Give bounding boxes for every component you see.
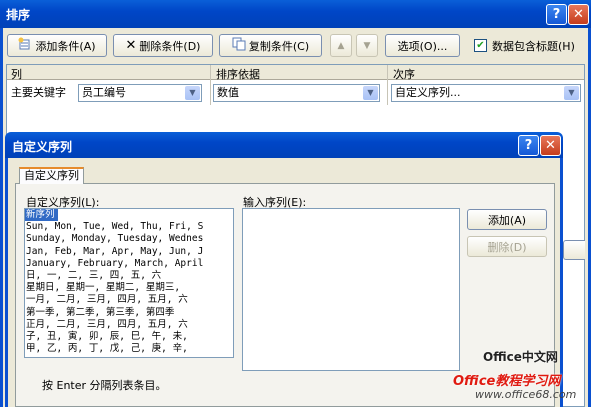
order-select-value: 自定义序列... [395, 86, 461, 99]
watermark-line3: www.office68.com [475, 388, 577, 401]
add-condition-icon [18, 37, 32, 54]
watermark-line1: Office中文网 [483, 350, 558, 364]
list-item-label: 新序列 [25, 209, 58, 222]
header-checkbox[interactable]: ✔ [474, 39, 487, 52]
column-divider [210, 65, 211, 105]
custom-lists-titlebar [5, 132, 563, 158]
add-condition-label: 添加条件(A) [35, 39, 96, 53]
list-item[interactable]: Sun, Mon, Tue, Wed, Thu, Fri, S [25, 221, 233, 233]
list-item-label: 甲, 乙, 丙, 丁, 戊, 己, 庚, 辛, [26, 343, 188, 355]
column-header-sort-on: 排序依据 [216, 68, 260, 81]
sort-on-select[interactable]: 数值 ▼ [213, 84, 380, 102]
chevron-down-icon: ▼ [185, 86, 200, 100]
list-item-label: 第一季, 第二季, 第三季, 第四季 [26, 306, 175, 318]
primary-key-label: 主要关键字 [11, 86, 66, 99]
list-item-label: 正月, 二月, 三月, 四月, 五月, 六 [26, 318, 188, 330]
list-item[interactable]: 第一季, 第二季, 第三季, 第四季 [25, 307, 233, 319]
entries-textarea[interactable] [242, 208, 460, 371]
delete-list-button[interactable]: 删除(D) [467, 236, 547, 257]
grid-header [7, 65, 584, 80]
sort-close-button[interactable]: ✕ [568, 4, 589, 25]
sort-on-select-value: 数值 [217, 86, 239, 99]
column-select-value: 员工编号 [82, 86, 126, 99]
list-item[interactable]: Sunday, Monday, Tuesday, Wednes [25, 233, 233, 245]
custom-lists-close-button[interactable]: ✕ [540, 135, 561, 156]
move-down-button[interactable]: ▼ [356, 34, 378, 57]
list-item[interactable]: Jan, Feb, Mar, Apr, May, Jun, J [25, 246, 233, 258]
list-item-label: 星期日, 星期一, 星期二, 星期三, [26, 282, 181, 294]
chevron-down-icon: ▼ [363, 86, 378, 100]
header-checkbox-label: 数据包含标题(H) [492, 40, 575, 53]
copy-condition-button[interactable]: 复制条件(C) [219, 34, 322, 57]
delete-condition-label: 删除条件(D) [139, 39, 201, 53]
lists-items: 新序列 Sun, Mon, Tue, Wed, Thu, Fri, S Sunday… [25, 209, 233, 355]
move-up-button[interactable]: ▲ [330, 34, 352, 57]
list-item[interactable]: January, February, March, April [25, 258, 233, 270]
list-item[interactable]: 新序列 [25, 209, 233, 222]
list-item-label: Sunday, Monday, Tuesday, Wednes [26, 233, 204, 245]
list-item[interactable]: 一月, 二月, 三月, 四月, 五月, 六 [25, 294, 233, 306]
column-divider [387, 65, 388, 105]
chevron-down-icon: ▼ [564, 86, 579, 100]
copy-icon [232, 37, 246, 54]
delete-condition-button[interactable]: ✕ 删除条件(D) [113, 34, 213, 57]
list-item-label: 一月, 二月, 三月, 四月, 五月, 六 [26, 294, 188, 306]
column-header-col: 列 [11, 68, 22, 81]
list-item-label: 子, 丑, 寅, 卯, 辰, 巳, 午, 未, [26, 330, 188, 342]
custom-lists-title: 自定义序列 [12, 140, 73, 154]
tab-custom-lists[interactable]: 自定义序列 [19, 167, 84, 184]
list-item-label: Jan, Feb, Mar, Apr, May, Jun, J [26, 245, 204, 257]
list-item[interactable]: 日, 一, 二, 三, 四, 五, 六 [25, 270, 233, 282]
list-item[interactable]: 星期日, 星期一, 星期二, 星期三, [25, 282, 233, 294]
sort-dialog-title: 排序 [6, 8, 31, 22]
order-select[interactable]: 自定义序列... ▼ [391, 84, 581, 102]
list-item[interactable]: 子, 丑, 寅, 卯, 辰, 巳, 午, 未, [25, 331, 233, 343]
options-button[interactable]: 选项(O)... [385, 34, 460, 57]
add-list-button[interactable]: 添加(A) [467, 209, 547, 230]
sort-help-button[interactable]: ? [546, 4, 567, 25]
column-header-order: 次序 [393, 68, 415, 81]
custom-lists-listbox[interactable]: 新序列 Sun, Mon, Tue, Wed, Thu, Fri, S Sunday… [24, 208, 234, 358]
list-item[interactable]: 正月, 二月, 三月, 四月, 五月, 六 [25, 319, 233, 331]
list-item-label: 日, 一, 二, 三, 四, 五, 六 [26, 269, 162, 281]
list-item[interactable]: 甲, 乙, 丙, 丁, 戊, 己, 庚, 辛, [25, 343, 233, 355]
copy-condition-label: 复制条件(C) [248, 39, 310, 53]
column-select[interactable]: 员工编号 ▼ [78, 84, 202, 102]
hint-text: 按 Enter 分隔列表条目。 [42, 379, 167, 392]
sort-dialog-titlebar [0, 0, 591, 28]
watermark-line2: Office教程学习网 [453, 374, 561, 389]
delete-x-icon: ✕ [125, 38, 137, 53]
custom-lists-help-button[interactable]: ? [518, 135, 539, 156]
hidden-ok-button-edge [563, 240, 585, 260]
list-item-label: Sun, Mon, Tue, Wed, Thu, Fri, S [26, 221, 204, 233]
add-condition-button[interactable]: 添加条件(A) [7, 34, 107, 57]
list-item-label: January, February, March, April [26, 257, 204, 269]
